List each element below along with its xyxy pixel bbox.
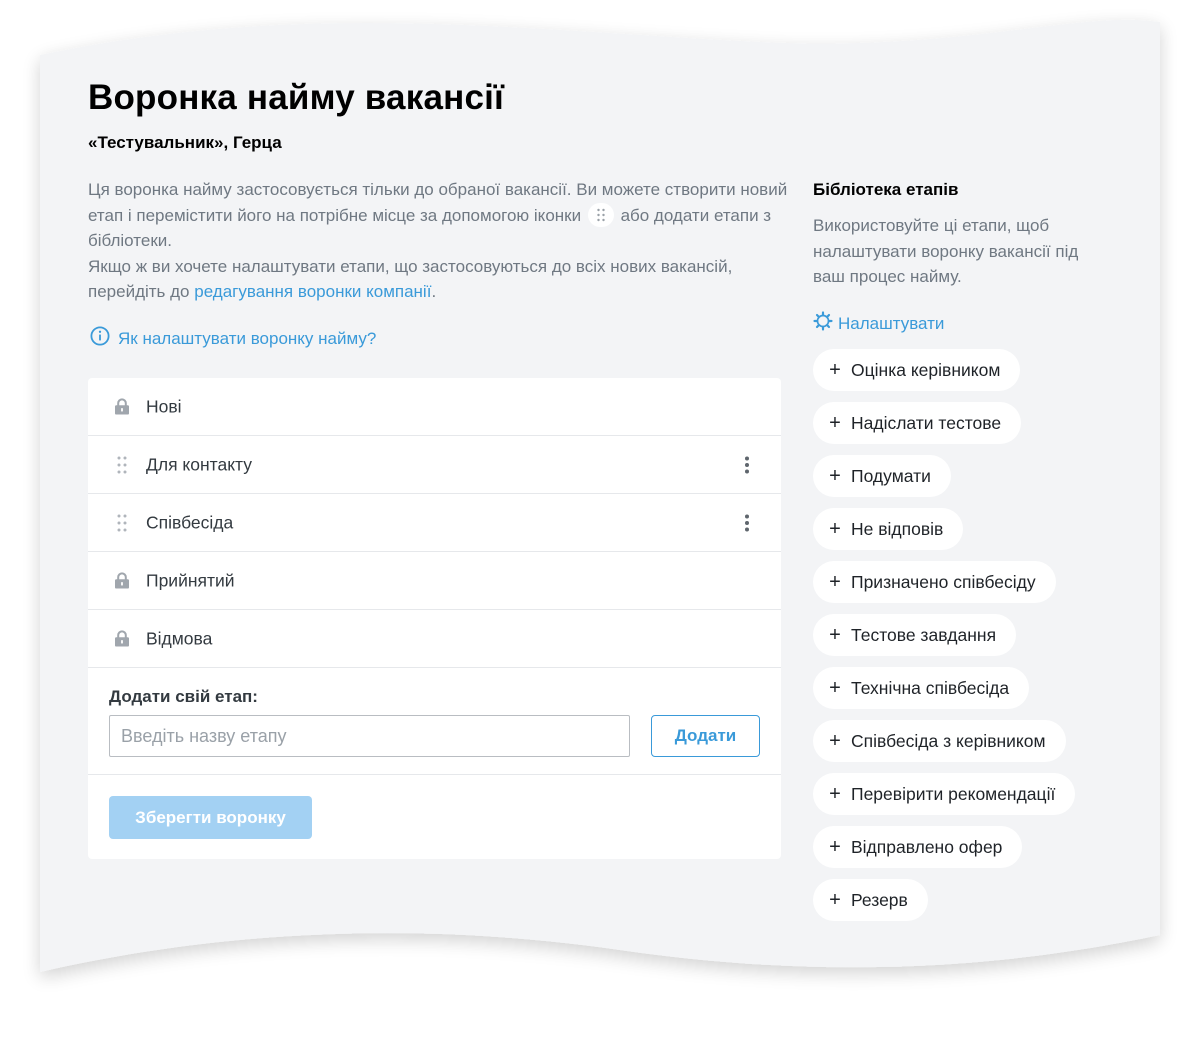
lock-icon <box>112 629 132 649</box>
library-item-no-reply[interactable]: + Не відповів <box>813 508 964 550</box>
stage-row-new: Нові <box>88 378 781 436</box>
plus-icon: + <box>829 359 841 381</box>
library-item-label: Не відповів <box>851 518 944 539</box>
plus-icon: + <box>829 571 841 593</box>
library-item-offer-sent[interactable]: + Відправлено офер <box>813 826 1023 868</box>
card-divider <box>88 774 781 775</box>
library-title: Бібліотека етапів <box>813 180 959 199</box>
library-item-interview-scheduled[interactable]: + Призначено співбесіду <box>813 561 1056 603</box>
plus-icon: + <box>829 677 841 699</box>
page-title: Воронка найму вакансії <box>88 78 505 117</box>
library-description: Використовуйте ці етапи, щоб налаштувати… <box>813 216 1079 286</box>
intro-line2-end: . <box>431 282 437 301</box>
library-item-label: Перевірити рекомендації <box>851 783 1056 804</box>
add-stage-label: Додати свій етап: <box>109 687 258 706</box>
help-link-label: Як налаштувати воронку найму? <box>118 328 377 348</box>
library-item-label: Подумати <box>851 465 931 486</box>
library-item-reserve[interactable]: + Резерв <box>813 879 928 921</box>
plus-icon: + <box>829 518 841 540</box>
library-item-label: Співбесіда з керівником <box>851 730 1046 751</box>
library-item-label: Надіслати тестове <box>851 412 1002 433</box>
stage-label: Співбесіда <box>146 512 234 532</box>
company-funnel-link[interactable]: редагування воронки компанії <box>194 282 431 301</box>
stage-row-rejected: Відмова <box>88 610 781 668</box>
library-item-check-references[interactable]: + Перевірити рекомендації <box>813 773 1076 815</box>
info-circle-icon <box>90 326 110 351</box>
stage-row-contact[interactable]: Для контакту <box>88 436 781 494</box>
library-item-manager-interview[interactable]: + Співбесіда з керівником <box>813 720 1066 762</box>
stage-row-interview[interactable]: Співбесіда <box>88 494 781 552</box>
funnel-stages-card: Нові Для контакту Співбесіда Прийнятий В… <box>88 378 781 859</box>
more-vertical-icon[interactable] <box>737 453 757 477</box>
drag-handle-icon <box>587 203 614 228</box>
library-item-tech-interview[interactable]: + Технічна співбесіда <box>813 667 1030 709</box>
configure-library-link[interactable]: Налаштувати <box>813 311 944 336</box>
library-item-send-test[interactable]: + Надіслати тестове <box>813 402 1022 444</box>
stage-name-input[interactable] <box>109 715 630 757</box>
more-vertical-icon[interactable] <box>737 511 757 535</box>
stage-label: Прийнятий <box>146 570 235 590</box>
plus-icon: + <box>829 465 841 487</box>
vacancy-subtitle: «Тестувальник», Герца <box>88 133 282 152</box>
intro-text: Ця воронка найму застосовується тільки д… <box>88 177 788 305</box>
stage-label: Для контакту <box>146 454 253 474</box>
library-item-label: Оцінка керівником <box>851 359 1001 380</box>
library-item-think[interactable]: + Подумати <box>813 455 951 497</box>
help-link[interactable]: Як налаштувати воронку найму? <box>90 326 376 351</box>
plus-icon: + <box>829 730 841 752</box>
plus-icon: + <box>829 889 841 911</box>
library-item-label: Технічна співбесіда <box>851 677 1010 698</box>
library-item-label: Призначено співбесіду <box>851 571 1036 592</box>
plus-icon: + <box>829 412 841 434</box>
library-item-label: Відправлено офер <box>851 836 1003 857</box>
gear-icon <box>813 311 833 336</box>
configure-label: Налаштувати <box>838 313 945 333</box>
stage-row-accepted: Прийнятий <box>88 552 781 610</box>
lock-icon <box>112 397 132 417</box>
stage-label: Нові <box>146 396 182 416</box>
lock-icon <box>112 571 132 591</box>
drag-handle-icon[interactable] <box>112 513 132 533</box>
plus-icon: + <box>829 783 841 805</box>
stage-label: Відмова <box>146 628 213 648</box>
drag-handle-icon[interactable] <box>112 455 132 475</box>
add-stage-button[interactable]: Додати <box>651 715 760 757</box>
library-item-label: Тестове завдання <box>851 624 997 645</box>
plus-icon: + <box>829 624 841 646</box>
plus-icon: + <box>829 836 841 858</box>
library-item-test-task[interactable]: + Тестове завдання <box>813 614 1017 656</box>
library-item-manager-review[interactable]: + Оцінка керівником <box>813 349 1021 391</box>
save-funnel-button[interactable]: Зберегти воронку <box>109 796 312 839</box>
library-item-label: Резерв <box>851 889 908 910</box>
